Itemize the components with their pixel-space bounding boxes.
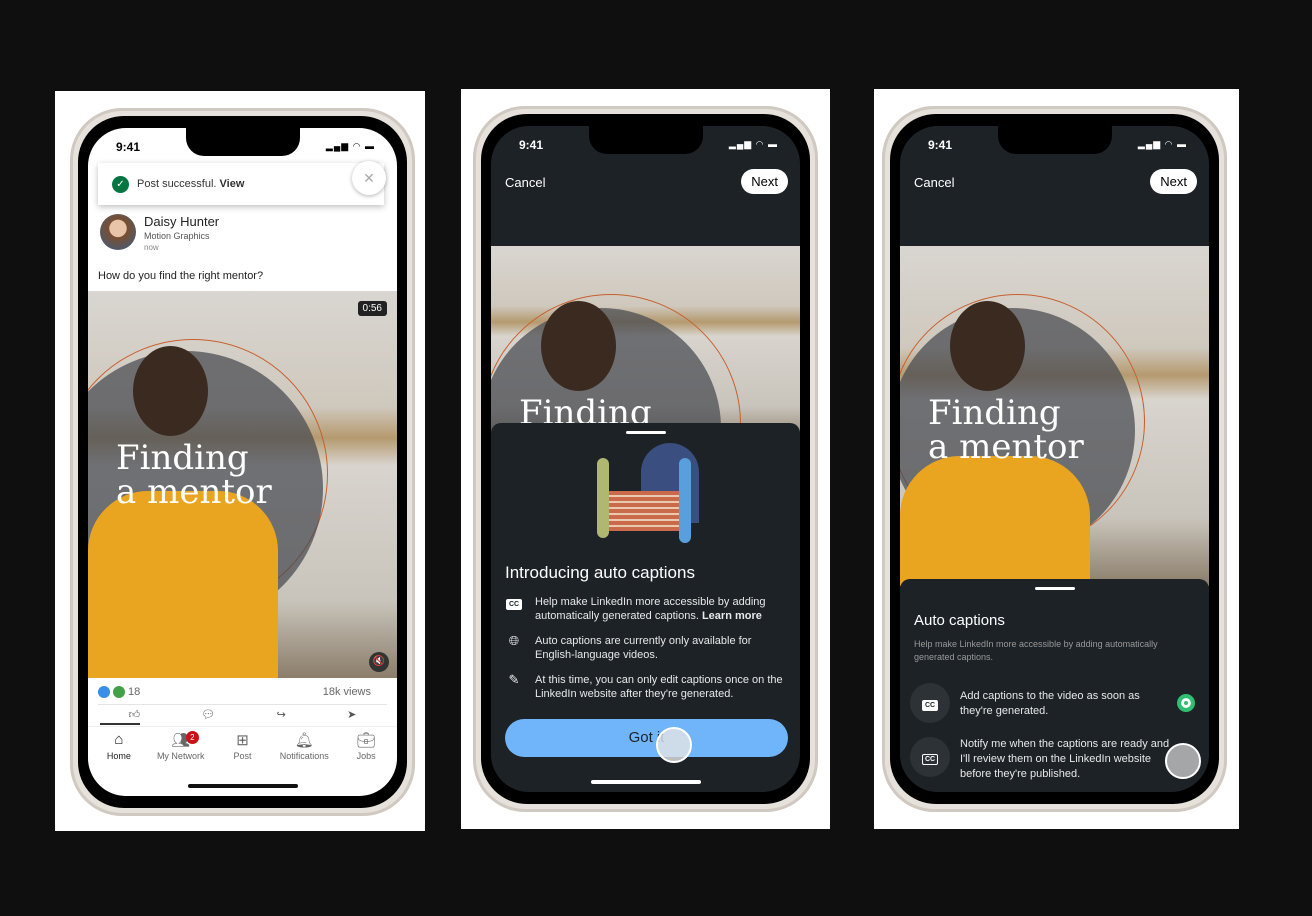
next-button[interactable]: Next — [741, 169, 788, 194]
intro-sheet: Introducing auto captions CC Help make Li… — [491, 423, 800, 792]
video-title: Finding a mentor — [928, 393, 1084, 467]
reactions[interactable]: 18 — [98, 686, 140, 698]
network-icon: 👥︎ — [171, 732, 191, 749]
sheet-title: Introducing auto captions — [505, 563, 695, 582]
panel-post-success: 9:41 ▂▄▆ ◠ ▬ ✓ Post successful. View ✕ D… — [55, 91, 425, 831]
info-text: At this time, you can only edit captions… — [535, 674, 783, 700]
post-text: How do you find the right mentor? — [98, 270, 264, 282]
plus-square-icon: ⊞ — [236, 732, 249, 749]
option-text: Add captions to the video as soon as the… — [960, 690, 1140, 717]
pencil-icon: ✎ — [508, 672, 520, 687]
info-text: Auto captions are currently only availab… — [535, 635, 752, 661]
nav-jobs[interactable]: 💼︎ Jobs — [335, 731, 397, 761]
video-preview: Finding — [491, 246, 800, 446]
check-icon: ✓ — [112, 175, 129, 193]
status-icons: ▂▄▆ ◠ ▬ — [325, 141, 375, 151]
toast-text: Post successful. — [137, 178, 217, 190]
learn-more-link[interactable]: Learn more — [702, 610, 762, 622]
radio-unselected[interactable] — [1165, 743, 1201, 779]
nav-home[interactable]: ⌂ Home — [88, 731, 150, 761]
radio-selected[interactable] — [1177, 694, 1195, 712]
like-icon[interactable]: 👍︎ — [129, 708, 141, 721]
globe-icon: 🌐︎ — [508, 633, 520, 648]
cc-outline-icon: CC — [910, 737, 950, 777]
notification-badge: 2 — [185, 731, 199, 744]
cancel-button[interactable]: Cancel — [505, 175, 545, 190]
celebrate-reaction-icon — [113, 686, 125, 698]
briefcase-icon: 💼︎ — [356, 732, 376, 749]
avatar[interactable] — [100, 214, 136, 250]
next-button[interactable]: Next — [1150, 169, 1197, 194]
bottom-nav: ⌂ Home 👥︎ 2 My Network ⊞ Post 🔔︎ Notification… — [88, 726, 397, 761]
nav-my-network[interactable]: 👥︎ 2 My Network — [150, 731, 212, 761]
cc-icon: CC — [910, 683, 950, 723]
toast: ✓ Post successful. View ✕ — [98, 161, 386, 205]
sheet-subtitle: Help make LinkedIn more accessible by ad… — [914, 639, 1158, 662]
nav-post[interactable]: ⊞ Post — [212, 731, 274, 761]
bell-icon: 🔔︎ — [294, 732, 314, 749]
panel-auto-captions: 9:41 ▂▄▆ ◠ ▬ Cancel Next Finding a mentor… — [874, 89, 1239, 829]
author-name[interactable]: Daisy Hunter — [144, 214, 219, 229]
send-icon[interactable]: ➤ — [347, 708, 356, 721]
comment-icon[interactable]: 💬︎ — [201, 708, 215, 721]
video-player[interactable]: Finding a mentor 0:56 🔇 — [88, 291, 397, 678]
caption-option[interactable]: CC Notify me when the captions are ready… — [910, 737, 1201, 781]
phone-frame: 9:41 ▂▄▆ ◠ ▬ Cancel Next Finding Introdu… — [473, 106, 818, 812]
sheet-handle[interactable] — [1034, 587, 1075, 590]
status-time: 9:41 — [116, 140, 141, 154]
touch-indicator — [656, 727, 692, 763]
video-title: Finding a mentor — [116, 438, 272, 512]
toast-view-link[interactable]: View — [220, 178, 245, 190]
post-time: now — [144, 243, 159, 252]
post-actions: 👍︎ 💬︎ ↪ ➤ — [98, 708, 387, 721]
status-icons: ▂▄▆ ◠ ▬ — [728, 139, 778, 149]
mute-icon[interactable]: 🔇 — [369, 652, 389, 672]
author-headline: Motion Graphics — [144, 231, 210, 241]
views-count: 18k views — [322, 686, 371, 698]
got-it-button[interactable]: Got it — [505, 719, 788, 757]
caption-option[interactable]: CC Add captions to the video as soon as … — [910, 683, 1199, 723]
home-icon: ⌂ — [114, 731, 124, 748]
captions-illustration — [591, 443, 701, 548]
sheet-handle[interactable] — [625, 431, 666, 434]
share-icon[interactable]: ↪ — [277, 708, 286, 721]
cancel-button[interactable]: Cancel — [914, 175, 954, 190]
auto-captions-sheet: Auto captions Help make LinkedIn more ac… — [900, 579, 1209, 792]
sheet-title: Auto captions — [914, 612, 1005, 629]
option-text: Notify me when the captions are ready an… — [960, 738, 1170, 780]
panel-intro-captions: 9:41 ▂▄▆ ◠ ▬ Cancel Next Finding Introdu… — [461, 89, 830, 829]
close-icon[interactable]: ✕ — [352, 161, 386, 195]
like-reaction-icon — [98, 686, 110, 698]
status-time: 9:41 — [519, 138, 544, 152]
phone-frame: 9:41 ▂▄▆ ◠ ▬ Cancel Next Finding a mentor… — [882, 106, 1227, 812]
status-time: 9:41 — [928, 138, 953, 152]
cc-icon: CC — [505, 595, 523, 623]
video-preview: Finding a mentor — [900, 246, 1209, 586]
nav-notifications[interactable]: 🔔︎ Notifications — [273, 731, 335, 761]
status-icons: ▂▄▆ ◠ ▬ — [1137, 139, 1187, 149]
video-duration: 0:56 — [357, 301, 387, 316]
phone-frame: 9:41 ▂▄▆ ◠ ▬ ✓ Post successful. View ✕ D… — [70, 108, 415, 816]
